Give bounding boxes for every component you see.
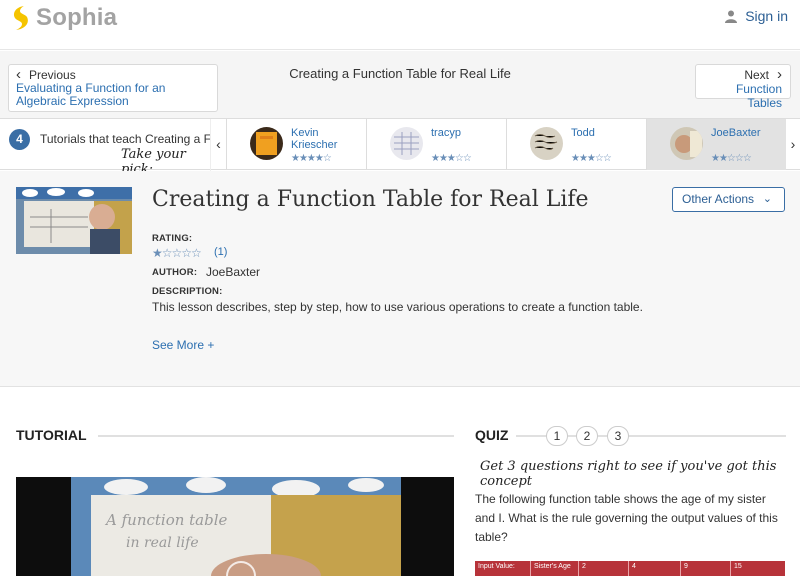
user-icon [725,10,738,23]
table-cell: Input Value: [475,561,531,576]
author-avatar [530,127,563,160]
carousel-prev-arrow-icon[interactable]: ‹ [210,119,226,171]
quiz-heading: QUIZ [475,427,509,443]
quiz-question-2-button[interactable]: 2 [576,426,598,446]
quiz-subtitle: Get 3 questions right to see if you've g… [480,459,777,489]
tutorial-author: Todd [571,127,595,139]
tutorial-card-joebaxter[interactable]: JoeBaxter ★★☆☆☆ [646,119,786,170]
pick-prompt: Take your pick: [121,147,186,171]
sign-in-link[interactable]: Sign in [725,8,788,24]
tutorials-heading-text: Tutorials that teach Creating a F [40,132,210,146]
table-cell: 9 [681,561,731,576]
author-avatar [250,127,283,160]
tutorial-rating-stars: ★★☆☆☆ [711,153,752,164]
quiz-question-3-button[interactable]: 3 [607,426,629,446]
sophia-logo[interactable]: Sophia [10,4,117,32]
author-avatar [390,127,423,160]
author-avatar [670,127,703,160]
tutorial-divider [98,435,454,437]
sign-in-label: Sign in [745,8,788,24]
rating-label: RATING: [152,233,193,244]
tutorial-rating-stars: ★★★☆☆ [571,153,612,164]
top-bar: Sophia Sign in [0,0,800,50]
svg-text:in real life: in real life [126,535,199,551]
previous-lesson-title: Evaluating a Function for an Algebraic E… [16,81,166,108]
tutorial-heading: TUTORIAL [16,427,87,443]
lesson-thumbnail[interactable] [16,187,132,254]
tutorial-card-todd[interactable]: Todd ★★★☆☆ [506,119,646,170]
previous-label: Previous [16,68,210,82]
table-cell: 15 [734,563,742,570]
other-actions-label: Other Actions [682,192,755,206]
tutorial-author: Kevin Kriescher [291,127,338,151]
current-lesson-title: Creating a Function Table for Real Life [289,66,511,81]
author-name: JoeBaxter [206,265,261,279]
next-label: Next [704,68,782,82]
description-label: DESCRIPTION: [152,286,223,297]
quiz-question-text: The following function table shows the a… [475,492,778,544]
table-cell: Sister's Age [531,561,579,576]
carousel-next-arrow-icon[interactable]: › [786,119,800,171]
next-lesson-button[interactable]: Next Function Tables [695,64,791,110]
rating-stars[interactable]: ★☆☆☆☆ [152,246,202,260]
tutorials-heading: 4 Tutorials that teach Creating a F Take… [0,119,210,171]
svg-text:A function table: A function table [104,511,228,529]
see-more-link[interactable]: See More + [152,338,214,352]
quiz-question-1-button[interactable]: 1 [546,426,568,446]
lesson-navigation: Previous Evaluating a Function for an Al… [0,51,800,118]
brand-name: Sophia [36,4,118,31]
sophia-leaf-icon [14,6,28,30]
previous-lesson-button[interactable]: Previous Evaluating a Function for an Al… [8,64,218,112]
function-table: Input Value: Sister's Age 2 4 9 15 [475,561,785,576]
next-lesson-title: Function Tables [735,82,782,110]
tutorial-card-tracyp[interactable]: tracyp ★★★☆☆ [366,119,506,170]
tutorial-author: tracyp [431,127,461,139]
tutorials-carousel: 4 Tutorials that teach Creating a F Take… [0,118,800,171]
tutorial-author: JoeBaxter [711,127,761,139]
lesson-title: Creating a Function Table for Real Life [152,187,589,212]
chevron-down-icon: ⌄ [762,193,772,205]
rating-count[interactable]: (1) [214,246,227,258]
author-label: AUTHOR: [152,267,198,278]
lesson-details: Creating a Function Table for Real Life … [0,171,800,387]
lesson-description: This lesson describes, step by step, how… [152,300,643,314]
tutorial-count-badge: 4 [9,129,30,150]
tutorial-rating-stars: ★★★★☆ [291,153,332,164]
table-cell: 2 [579,561,629,576]
other-actions-button[interactable]: Other Actions ⌄ [672,187,785,212]
tutorial-card-kevin-kriescher[interactable]: Kevin Kriescher ★★★★☆ [226,119,366,170]
tutorial-rating-stars: ★★★☆☆ [431,153,472,164]
tutorial-video-player[interactable]: A function table in real life [16,477,454,576]
table-cell: 4 [629,561,681,576]
